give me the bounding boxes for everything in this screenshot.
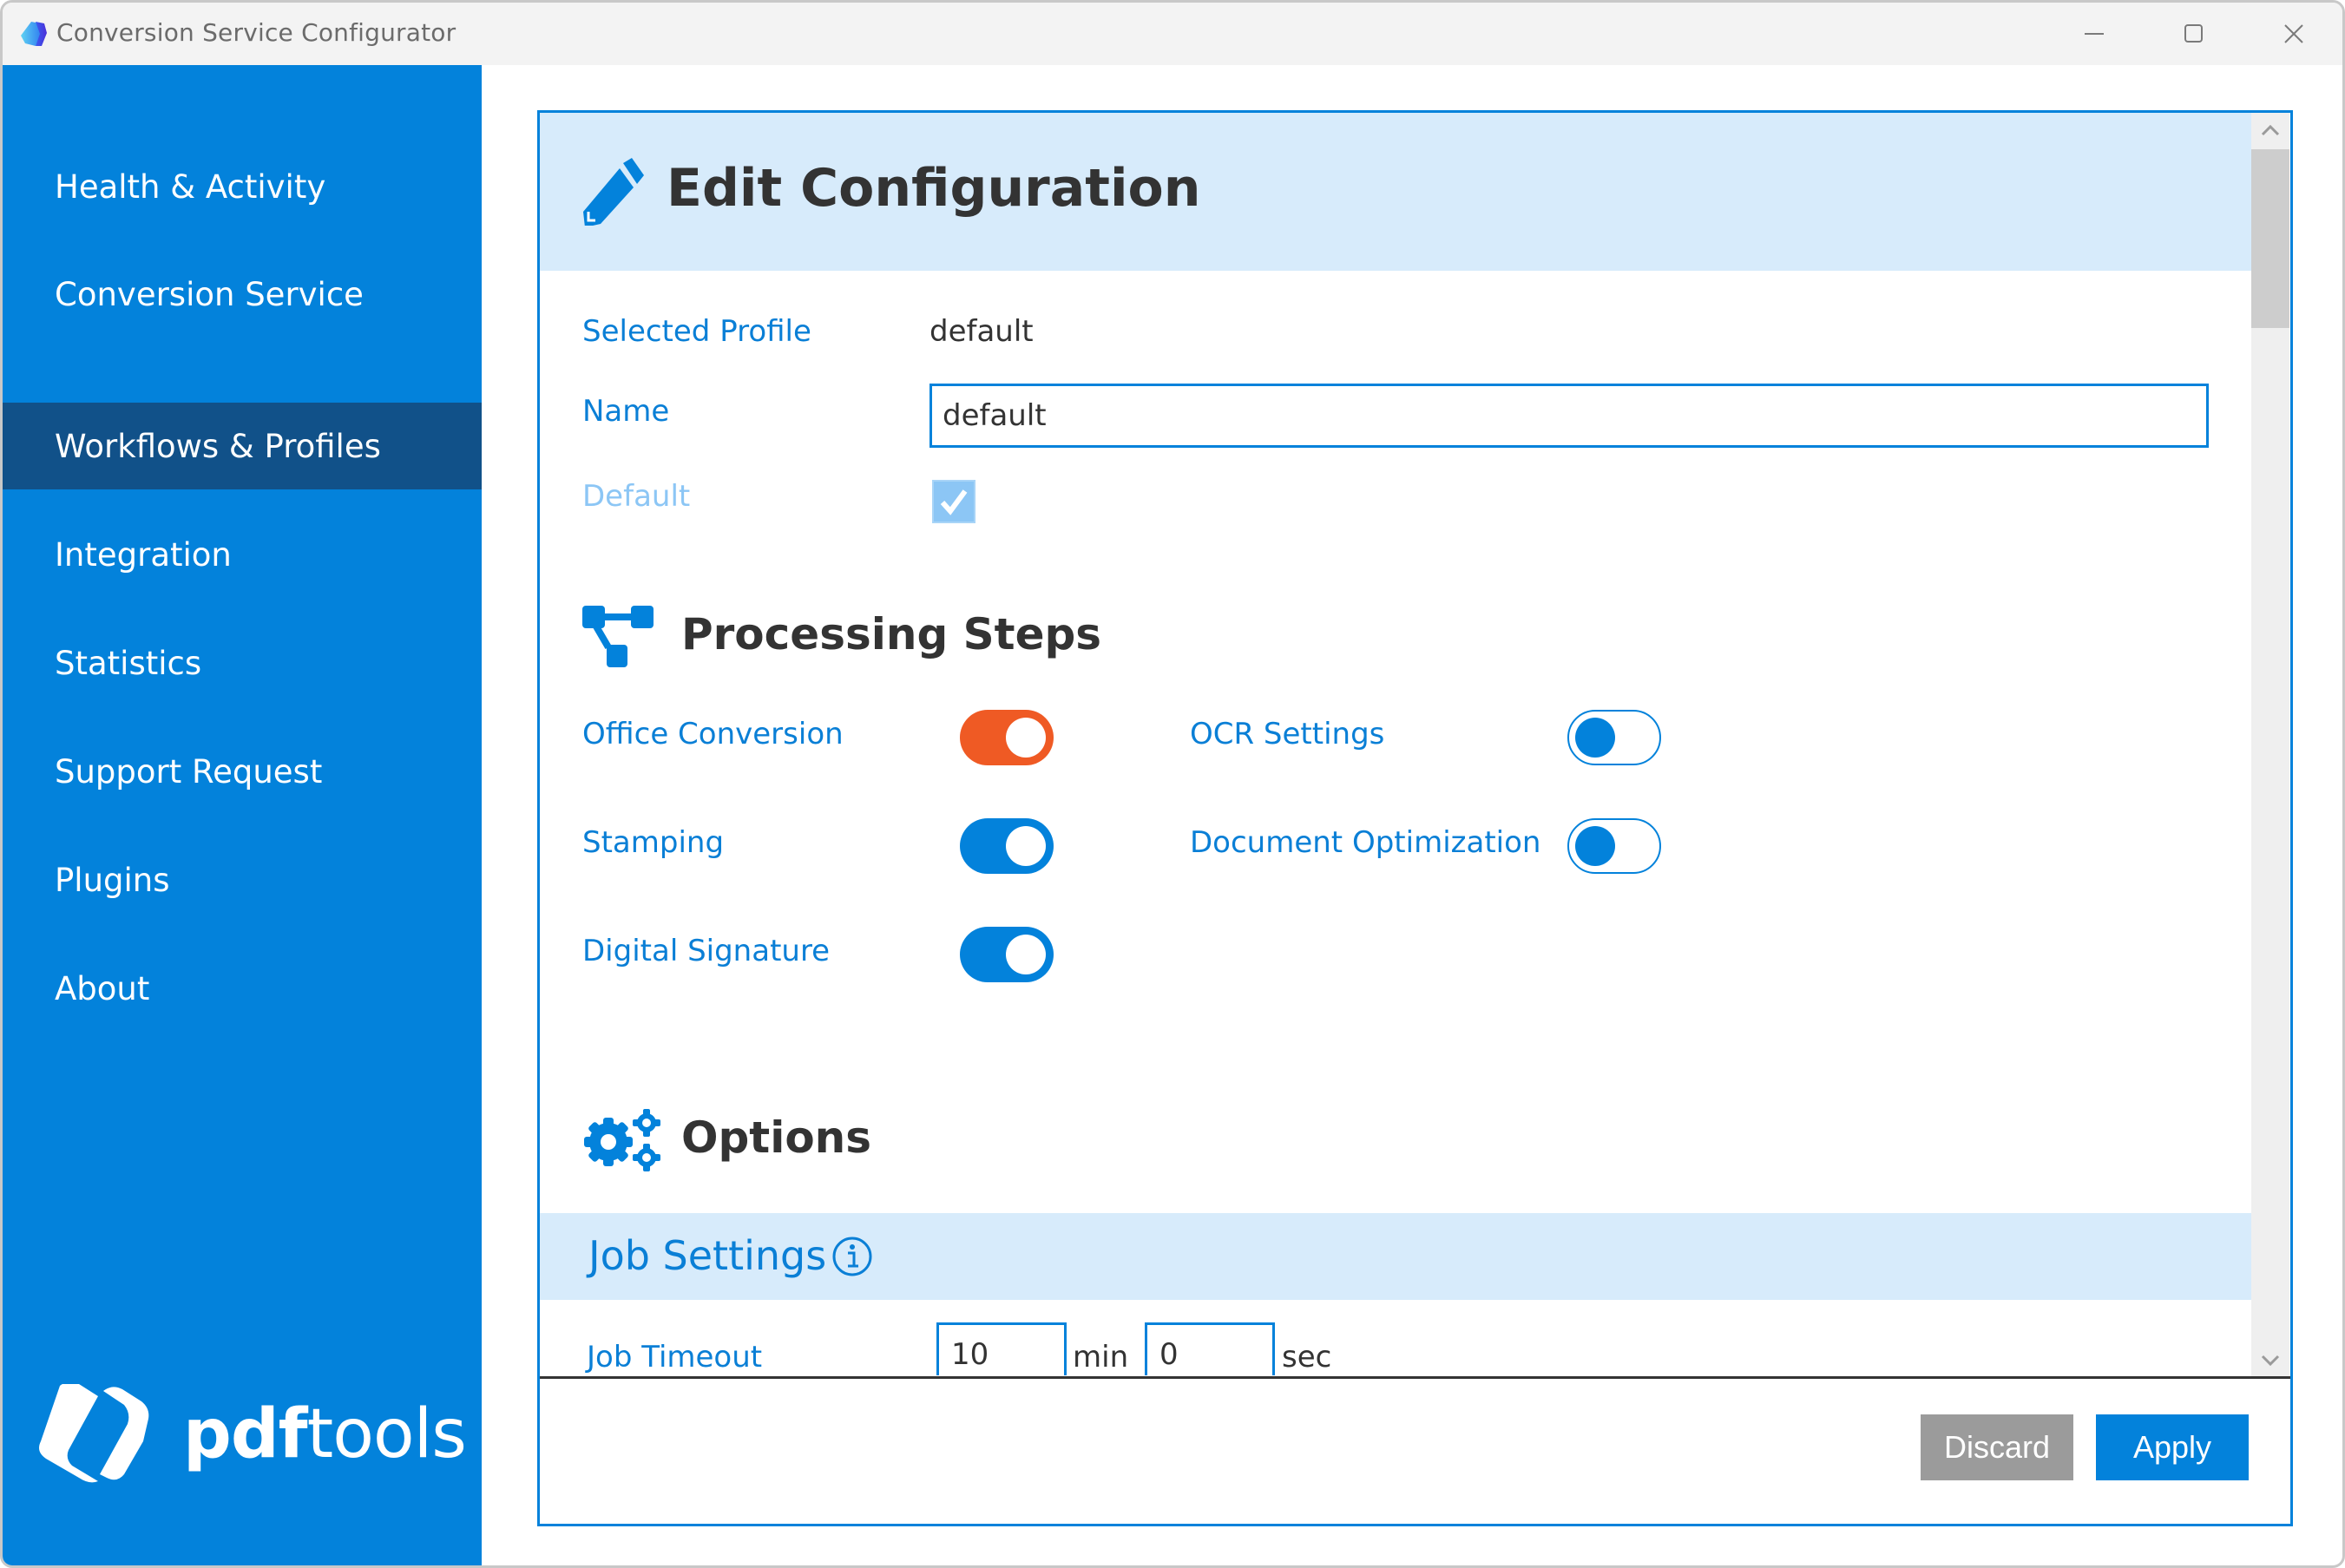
- job-settings-header: Job Settings: [540, 1213, 2251, 1300]
- discard-button[interactable]: Discard: [1921, 1414, 2073, 1480]
- name-input[interactable]: [929, 384, 2209, 448]
- sidebar-item-label: Integration: [55, 535, 232, 574]
- chevron-up-icon: [2261, 124, 2280, 136]
- toggle-knob: [1006, 718, 1046, 758]
- brand-logo: pdftools: [34, 1384, 467, 1485]
- sidebar-item-label: Plugins: [55, 861, 170, 899]
- options-title: Options: [681, 1112, 872, 1163]
- sidebar-item-about[interactable]: About: [3, 945, 482, 1032]
- close-icon: [2284, 24, 2303, 43]
- maximize-button[interactable]: [2146, 3, 2242, 65]
- stamping-toggle[interactable]: [960, 818, 1054, 874]
- sidebar-item-support-request[interactable]: Support Request: [3, 728, 482, 815]
- toggle-knob: [1006, 826, 1046, 866]
- ocr-settings-toggle[interactable]: [1567, 710, 1661, 765]
- app-window: Conversion Service Configurator Health &…: [0, 0, 2345, 1568]
- job-timeout-minutes-input[interactable]: 10: [936, 1322, 1067, 1375]
- sidebar-item-health-activity[interactable]: Health & Activity: [3, 143, 482, 230]
- sidebar-item-statistics[interactable]: Statistics: [3, 620, 482, 706]
- sidebar-item-label: About: [55, 969, 150, 1007]
- document-optimization-toggle[interactable]: [1567, 818, 1661, 874]
- window-title: Conversion Service Configurator: [56, 18, 457, 47]
- sidebar-item-conversion-service[interactable]: Conversion Service: [3, 251, 482, 338]
- sidebar-item-label: Conversion Service: [55, 275, 364, 313]
- maximize-icon: [2184, 24, 2203, 43]
- brand-name-regular: tools: [306, 1395, 467, 1473]
- close-button[interactable]: [2246, 3, 2342, 65]
- toggle-knob: [1575, 826, 1615, 866]
- default-label: Default: [582, 479, 691, 514]
- scroll-down-button[interactable]: [2251, 1343, 2289, 1378]
- scroll-up-button[interactable]: [2251, 113, 2289, 148]
- selected-profile-value: default: [929, 314, 1034, 349]
- sidebar-item-label: Statistics: [55, 644, 202, 682]
- vertical-scrollbar[interactable]: [2251, 113, 2289, 1378]
- stamping-label: Stamping: [582, 825, 725, 860]
- pdftools-logo-icon: [39, 1384, 149, 1483]
- office-conversion-label: Office Conversion: [582, 717, 844, 751]
- page-title: Edit Configuration: [667, 158, 1201, 219]
- digital-signature-label: Digital Signature: [582, 934, 831, 968]
- checkmark-icon: [940, 489, 968, 515]
- workflow-icon: [582, 606, 654, 667]
- edit-configuration-panel: Edit Configuration Selected Profile defa…: [537, 110, 2293, 1526]
- title-bar: Conversion Service Configurator: [3, 3, 2342, 65]
- sidebar-item-workflows-profiles[interactable]: Workflows & Profiles: [3, 403, 482, 489]
- processing-steps-title: Processing Steps: [681, 609, 1102, 659]
- ocr-settings-label: OCR Settings: [1190, 717, 1385, 751]
- scroll-thumb[interactable]: [2251, 149, 2289, 328]
- seconds-unit-label: sec: [1282, 1340, 1332, 1374]
- document-optimization-label: Document Optimization: [1190, 825, 1541, 860]
- gears-icon: [584, 1109, 660, 1171]
- apply-button[interactable]: Apply: [2096, 1414, 2249, 1480]
- job-settings-title: Job Settings: [588, 1232, 827, 1279]
- panel-header: Edit Configuration: [540, 113, 2251, 271]
- minimize-icon: [2085, 33, 2104, 35]
- name-label: Name: [582, 394, 670, 429]
- chevron-down-icon: [2261, 1355, 2280, 1367]
- minimize-button[interactable]: [2047, 3, 2143, 65]
- toggle-knob: [1006, 935, 1046, 974]
- app-logo-icon: [21, 22, 47, 46]
- scroll-content: Edit Configuration Selected Profile defa…: [540, 113, 2251, 1375]
- job-timeout-seconds-input[interactable]: 0: [1145, 1322, 1275, 1375]
- sidebar-item-label: Workflows & Profiles: [55, 427, 381, 465]
- sidebar-item-plugins[interactable]: Plugins: [3, 836, 482, 923]
- job-timeout-label: Job Timeout: [587, 1340, 763, 1374]
- info-icon[interactable]: [831, 1236, 873, 1277]
- brand-name-bold: pdf: [183, 1395, 308, 1473]
- digital-signature-toggle[interactable]: [960, 927, 1054, 982]
- sidebar-item-integration[interactable]: Integration: [3, 511, 482, 598]
- pencil-icon: [583, 158, 644, 226]
- footer-divider: [540, 1376, 2290, 1379]
- default-checkbox[interactable]: [932, 480, 975, 523]
- minutes-unit-label: min: [1073, 1340, 1129, 1374]
- selected-profile-label: Selected Profile: [582, 314, 811, 349]
- toggle-knob: [1575, 718, 1615, 758]
- sidebar-item-label: Support Request: [55, 752, 323, 791]
- sidebar-item-label: Health & Activity: [55, 167, 326, 206]
- brand-name: pdftools: [183, 1401, 467, 1468]
- sidebar: Health & Activity Conversion Service Wor…: [3, 65, 482, 1565]
- office-conversion-toggle[interactable]: [960, 710, 1054, 765]
